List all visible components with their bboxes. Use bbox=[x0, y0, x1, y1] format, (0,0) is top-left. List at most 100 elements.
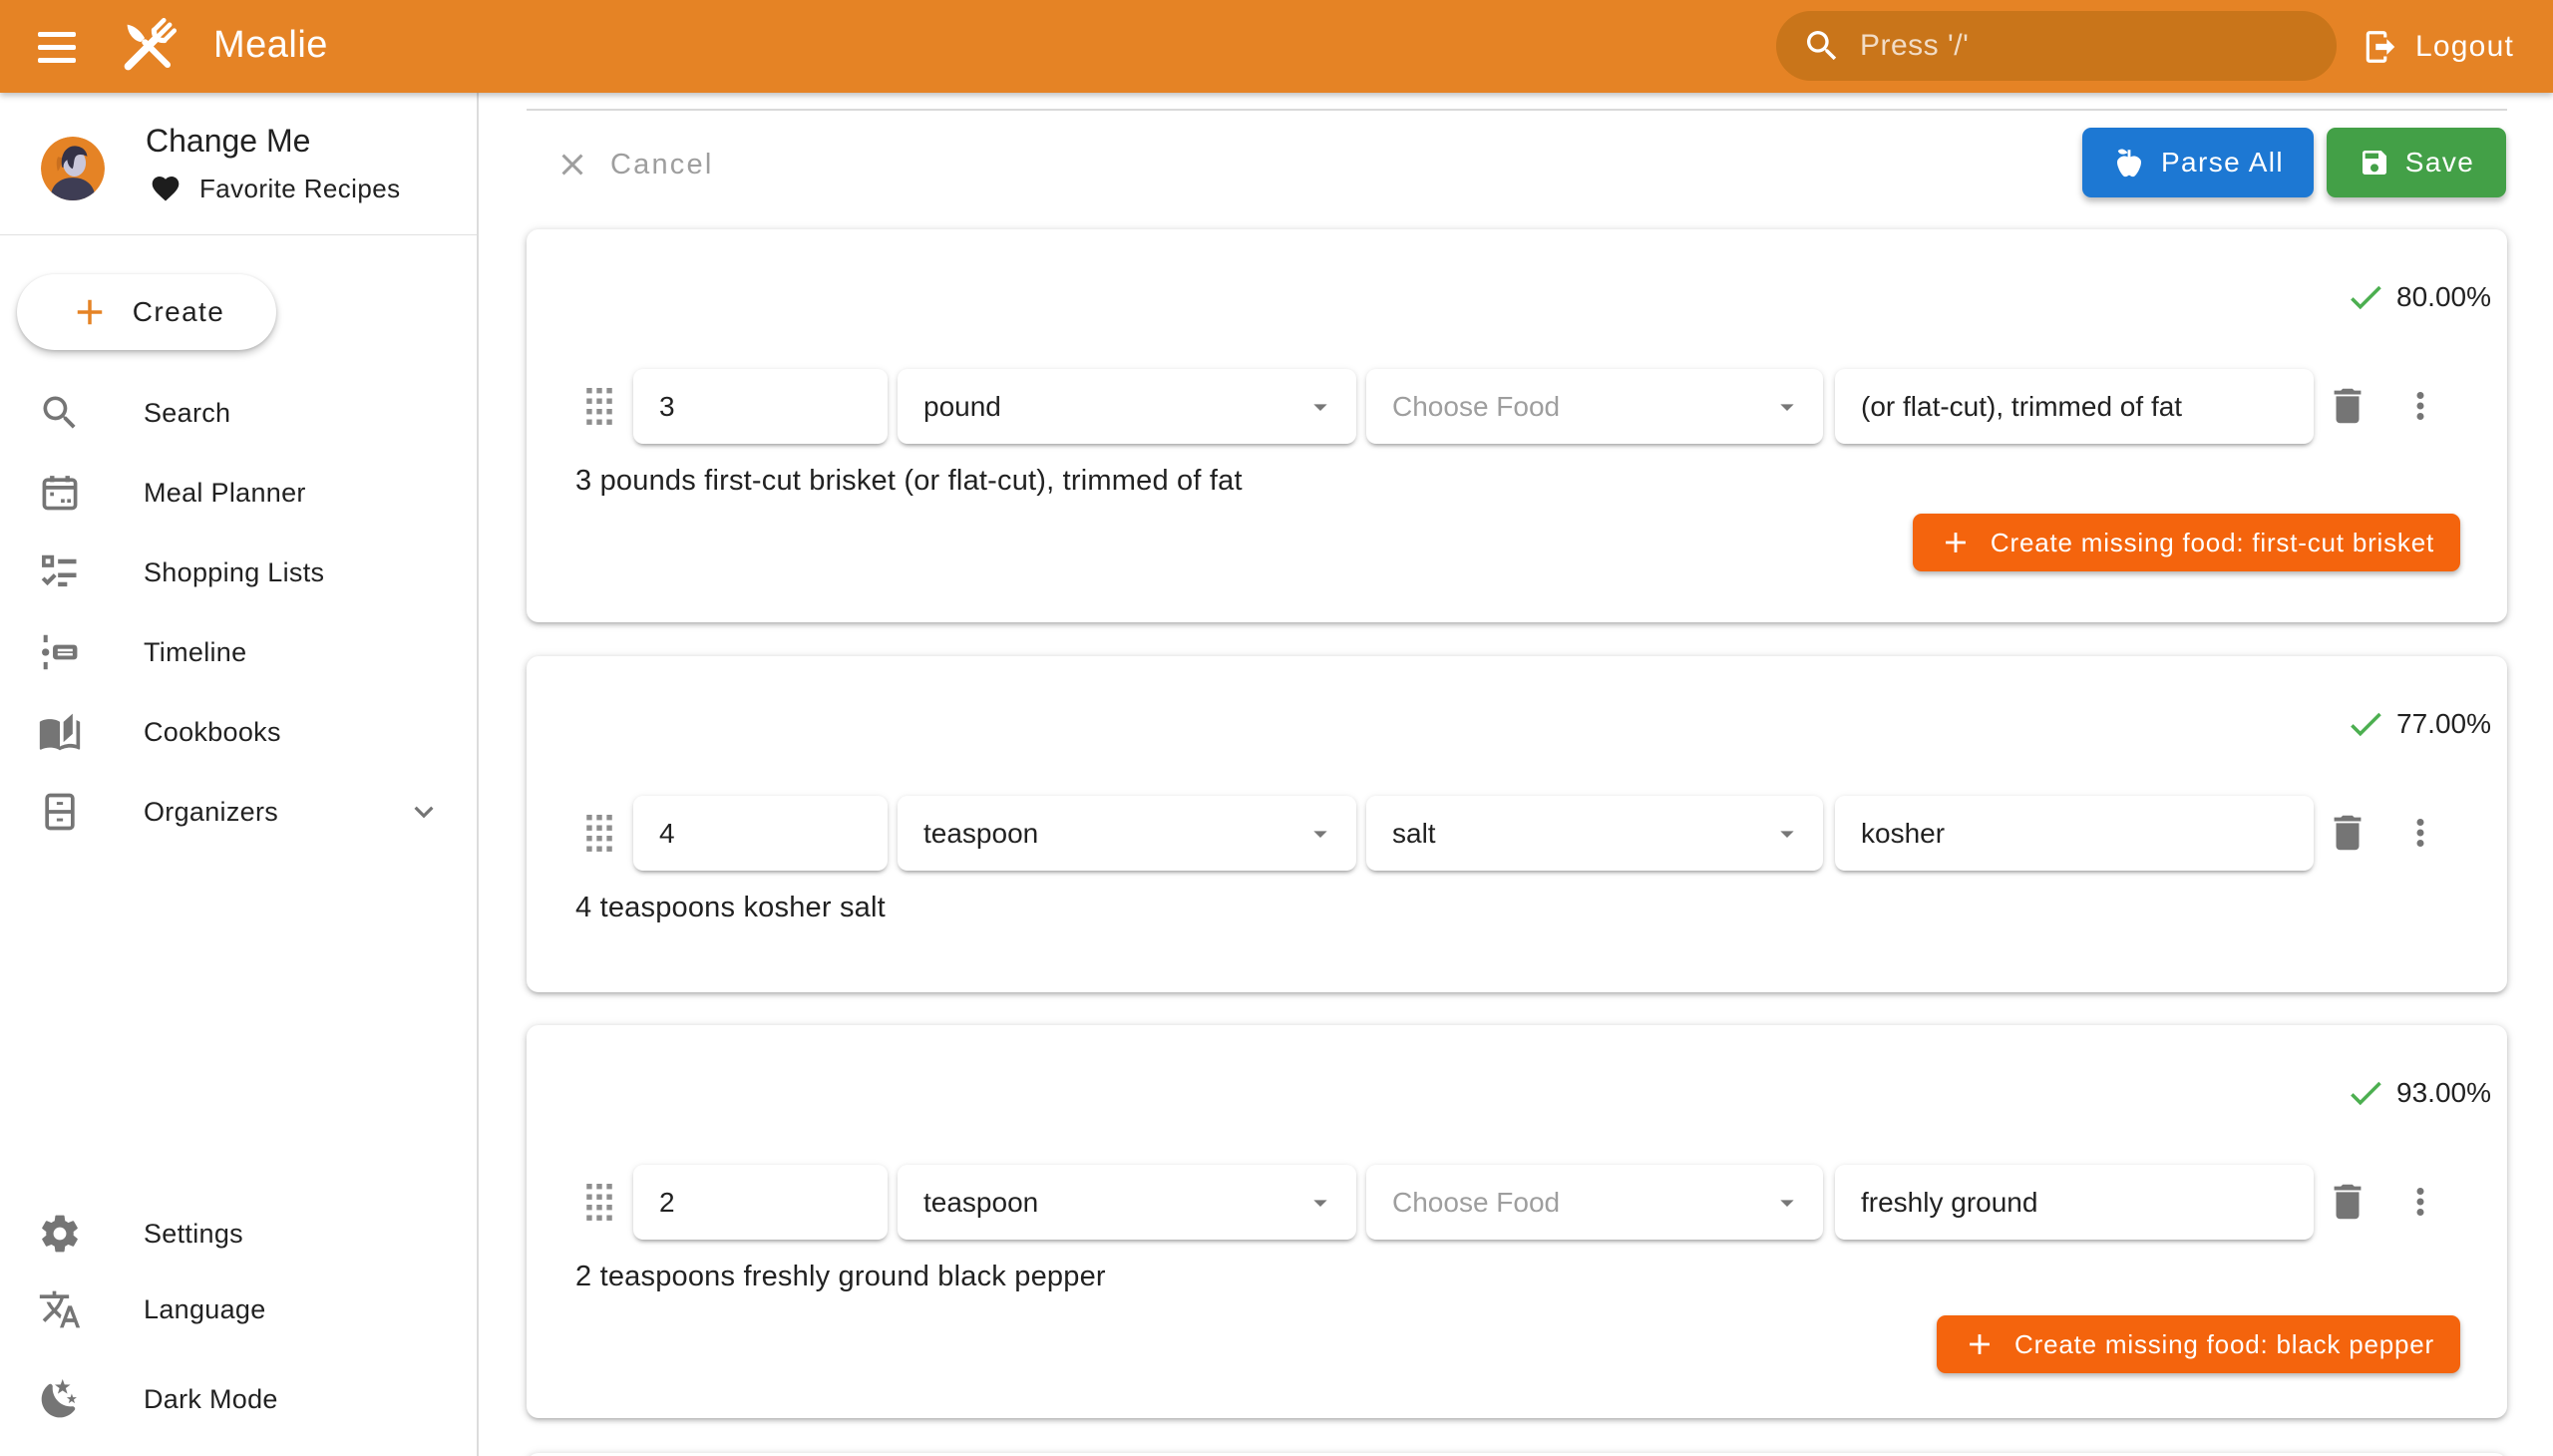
note-input[interactable] bbox=[1861, 818, 2288, 850]
dropdown-arrow-icon bbox=[1304, 818, 1336, 850]
create-label: Create bbox=[133, 296, 224, 328]
unit-value: teaspoon bbox=[923, 1187, 1304, 1219]
unit-select[interactable]: teaspoon bbox=[898, 1165, 1356, 1240]
drag-handle-icon[interactable] bbox=[583, 385, 615, 427]
favorite-recipes-link[interactable]: Favorite Recipes bbox=[150, 171, 400, 206]
sidebar-item-label: Search bbox=[144, 398, 230, 429]
confidence-value: 80.00% bbox=[2396, 281, 2491, 313]
cancel-button[interactable]: Cancel bbox=[554, 137, 713, 192]
create-missing-food-button[interactable]: Create missing food: black pepper bbox=[1937, 1315, 2460, 1373]
check-icon bbox=[2345, 703, 2386, 745]
create-button[interactable]: Create bbox=[17, 274, 276, 350]
check-icon bbox=[2345, 276, 2386, 318]
ingredient-parser-page: Cancel Parse All Save bbox=[479, 93, 2553, 1456]
dropdown-arrow-icon bbox=[1771, 391, 1803, 423]
delete-ingredient-button[interactable] bbox=[2323, 808, 2372, 858]
logout-icon bbox=[2362, 28, 2399, 66]
dropdown-arrow-icon bbox=[1304, 391, 1336, 423]
food-value: Choose Food bbox=[1392, 391, 1771, 423]
sidebar-item-label: Cookbooks bbox=[144, 717, 281, 748]
drag-handle-icon[interactable] bbox=[583, 812, 615, 854]
note-field bbox=[1835, 1165, 2314, 1240]
original-ingredient-text: 3 pounds first-cut brisket (or flat-cut)… bbox=[575, 465, 1243, 498]
moon-stars-icon bbox=[38, 1377, 82, 1421]
logout-label: Logout bbox=[2415, 30, 2514, 64]
quantity-input[interactable] bbox=[659, 818, 862, 850]
gear-icon bbox=[38, 1212, 82, 1256]
floppy-save-icon bbox=[2359, 147, 2390, 179]
delete-ingredient-button[interactable] bbox=[2323, 381, 2372, 431]
translate-icon bbox=[38, 1287, 82, 1331]
sidebar-item-shopping-lists[interactable]: Shopping Lists bbox=[0, 533, 477, 612]
favorite-recipes-label: Favorite Recipes bbox=[199, 174, 400, 204]
note-input[interactable] bbox=[1861, 391, 2288, 423]
quantity-input[interactable] bbox=[659, 391, 862, 423]
quantity-field bbox=[633, 1165, 888, 1240]
kebab-menu-icon[interactable] bbox=[2395, 1177, 2445, 1227]
original-ingredient-text: 4 teaspoons kosher salt bbox=[575, 892, 886, 924]
drag-handle-icon[interactable] bbox=[583, 1181, 615, 1223]
note-field bbox=[1835, 369, 2314, 444]
unit-select[interactable]: teaspoon bbox=[898, 796, 1356, 871]
sidebar-item-label: Shopping Lists bbox=[144, 557, 324, 588]
original-ingredient-text: 2 teaspoons freshly ground black pepper bbox=[575, 1261, 1106, 1293]
sidebar-item-label: Organizers bbox=[144, 797, 278, 828]
save-button[interactable]: Save bbox=[2327, 128, 2506, 197]
plus-icon bbox=[1963, 1327, 1997, 1361]
food-value: Choose Food bbox=[1392, 1187, 1771, 1219]
heart-icon bbox=[150, 173, 182, 204]
checklist-icon bbox=[38, 550, 82, 594]
user-name: Change Me bbox=[146, 123, 310, 160]
sidebar-item-timeline[interactable]: Timeline bbox=[0, 612, 477, 692]
food-select[interactable]: salt bbox=[1366, 796, 1823, 871]
dropdown-arrow-icon bbox=[1771, 1187, 1803, 1219]
unit-value: pound bbox=[923, 391, 1304, 423]
sidebar-nav: Search Meal Pla bbox=[0, 373, 477, 852]
sidebar-item-organizers[interactable]: Organizers bbox=[0, 772, 477, 852]
confidence-indicator: 80.00% bbox=[2345, 275, 2491, 319]
hamburger-menu-icon[interactable] bbox=[38, 25, 84, 69]
search-input[interactable] bbox=[1858, 28, 2327, 64]
chevron-down-icon bbox=[405, 793, 443, 831]
confidence-value: 77.00% bbox=[2396, 708, 2491, 740]
sidebar-item-dark-mode[interactable]: Dark Mode bbox=[0, 1359, 477, 1439]
sidebar-item-meal-planner[interactable]: Meal Planner bbox=[0, 453, 477, 533]
kebab-menu-icon[interactable] bbox=[2395, 808, 2445, 858]
create-missing-food-button[interactable]: Create missing food: first-cut brisket bbox=[1913, 514, 2460, 571]
sidebar-item-cookbooks[interactable]: Cookbooks bbox=[0, 692, 477, 772]
dropdown-arrow-icon bbox=[1771, 818, 1803, 850]
confidence-indicator: 77.00% bbox=[2345, 702, 2491, 746]
calendar-icon bbox=[38, 471, 82, 515]
sidebar-item-settings[interactable]: Settings bbox=[0, 1194, 477, 1274]
create-missing-food-label: Create missing food: black pepper bbox=[2014, 1329, 2434, 1360]
quantity-input[interactable] bbox=[659, 1187, 862, 1219]
avatar[interactable] bbox=[41, 137, 105, 200]
app-title: Mealie bbox=[213, 24, 328, 67]
sidebar-item-label: Dark Mode bbox=[144, 1384, 278, 1415]
sidebar-item-language[interactable]: Language bbox=[0, 1270, 477, 1349]
dropdown-arrow-icon bbox=[1304, 1187, 1336, 1219]
magnify-icon bbox=[1802, 26, 1842, 66]
open-book-icon bbox=[38, 710, 82, 754]
global-search[interactable] bbox=[1776, 11, 2337, 81]
note-field bbox=[1835, 796, 2314, 871]
logout-button[interactable]: Logout bbox=[2356, 23, 2520, 71]
app-bar: Mealie Logout bbox=[0, 0, 2553, 93]
sidebar-item-search[interactable]: Search bbox=[0, 373, 477, 453]
ingredient-card: 93.00% teaspoon Choose Food bbox=[527, 1025, 2507, 1418]
fork-knife-logo-icon[interactable] bbox=[112, 9, 185, 83]
unit-select[interactable]: pound bbox=[898, 369, 1356, 444]
food-select[interactable]: Choose Food bbox=[1366, 369, 1823, 444]
kebab-menu-icon[interactable] bbox=[2395, 381, 2445, 431]
confidence-value: 93.00% bbox=[2396, 1077, 2491, 1109]
delete-ingredient-button[interactable] bbox=[2323, 1177, 2372, 1227]
note-input[interactable] bbox=[1861, 1187, 2288, 1219]
mealie-app: Mealie Logout bbox=[0, 0, 2553, 1456]
confidence-indicator: 93.00% bbox=[2345, 1071, 2491, 1115]
sidebar-item-label: Language bbox=[144, 1294, 266, 1325]
quantity-field bbox=[633, 796, 888, 871]
food-select[interactable]: Choose Food bbox=[1366, 1165, 1823, 1240]
content-divider bbox=[527, 109, 2507, 111]
parse-all-button[interactable]: Parse All bbox=[2082, 128, 2314, 197]
ingredient-card: 80.00% pound Choose Food bbox=[527, 229, 2507, 622]
